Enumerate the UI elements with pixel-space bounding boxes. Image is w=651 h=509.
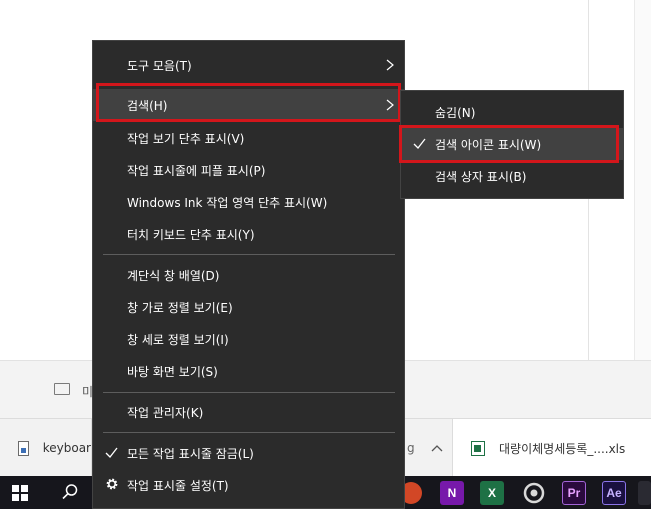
onenote-icon[interactable]: N xyxy=(440,481,464,505)
download-item-name: keyboar xyxy=(42,441,91,455)
menu-item-label: 바탕 화면 보기(S) xyxy=(127,364,218,379)
menu-item-task-view[interactable]: 작업 보기 단추 표시(V) xyxy=(93,122,404,154)
menu-separator xyxy=(103,432,395,433)
background-scrollbar[interactable] xyxy=(634,0,651,360)
menu-item-lock-taskbar[interactable]: 모든 작업 표시줄 잠금(L) xyxy=(93,437,404,469)
download-item-partial-text: g xyxy=(407,441,415,455)
annotation-highlight-search xyxy=(96,83,401,122)
gear-icon xyxy=(106,478,118,490)
menu-item-stacked[interactable]: 창 가로 정렬 보기(E) xyxy=(93,291,404,323)
download-item-xls[interactable]: 대량이체명세등록_....xls xyxy=(453,419,651,477)
obs-icon[interactable] xyxy=(522,481,546,505)
monitor-icon xyxy=(54,383,70,395)
excel-icon[interactable]: X xyxy=(480,481,504,505)
menu-item-touch-keyboard[interactable]: 터치 키보드 단추 표시(Y) xyxy=(93,218,404,250)
menu-item-toolbars[interactable]: 도구 모음(T) xyxy=(93,49,404,81)
checkmark-icon xyxy=(105,447,118,458)
menu-item-task-manager[interactable]: 작업 관리자(K) xyxy=(93,396,404,428)
submenu-item-label: 숨김(N) xyxy=(435,105,476,120)
menu-item-windows-ink[interactable]: Windows Ink 작업 영역 단추 표시(W) xyxy=(93,186,404,218)
chevron-right-icon xyxy=(386,59,394,71)
menu-item-side-by-side[interactable]: 창 세로 정렬 보기(I) xyxy=(93,323,404,355)
menu-item-label: 창 가로 정렬 보기(E) xyxy=(127,300,233,315)
menu-item-label: 작업 표시줄에 피플 표시(P) xyxy=(127,163,266,178)
menu-item-label: Windows Ink 작업 영역 단추 표시(W) xyxy=(127,195,328,210)
excel-file-icon xyxy=(471,440,485,456)
menu-item-label: 작업 관리자(K) xyxy=(127,405,204,420)
annotation-highlight-show-icon xyxy=(399,125,619,163)
after-effects-icon[interactable]: Ae xyxy=(602,481,626,505)
menu-item-label: 작업 보기 단추 표시(V) xyxy=(127,131,245,146)
download-item-partial[interactable]: g xyxy=(405,419,453,477)
premiere-pro-icon[interactable]: Pr xyxy=(562,481,586,505)
windows-start-icon[interactable] xyxy=(12,485,28,501)
document-icon xyxy=(18,440,29,456)
menu-item-show-desktop[interactable]: 바탕 화면 보기(S) xyxy=(93,355,404,387)
menu-item-label: 모든 작업 표시줄 잠금(L) xyxy=(127,446,254,461)
menu-item-label: 도구 모음(T) xyxy=(127,58,192,73)
taskbar-app-partial[interactable] xyxy=(638,481,651,505)
download-item-name: 대량이체명세등록_....xls xyxy=(499,441,626,456)
menu-item-label: 터치 키보드 단추 표시(Y) xyxy=(127,227,255,242)
menu-separator xyxy=(103,392,395,393)
menu-item-cascade[interactable]: 계단식 창 배열(D) xyxy=(93,259,404,291)
submenu-item-show-box[interactable]: 검색 상자 표시(B) xyxy=(401,160,623,192)
search-icon[interactable] xyxy=(60,482,80,502)
menu-item-people[interactable]: 작업 표시줄에 피플 표시(P) xyxy=(93,154,404,186)
menu-item-label: 작업 표시줄 설정(T) xyxy=(127,478,229,493)
menu-separator xyxy=(103,254,395,255)
chevron-up-icon[interactable] xyxy=(431,444,443,452)
submenu-item-hidden[interactable]: 숨김(N) xyxy=(401,96,623,128)
menu-item-label: 창 세로 정렬 보기(I) xyxy=(127,332,229,347)
menu-item-taskbar-settings[interactable]: 작업 표시줄 설정(T) xyxy=(93,469,404,501)
menu-item-label: 계단식 창 배열(D) xyxy=(127,268,220,283)
submenu-item-label: 검색 상자 표시(B) xyxy=(435,169,527,184)
download-item-keyboard[interactable]: keyboar xyxy=(0,419,92,477)
